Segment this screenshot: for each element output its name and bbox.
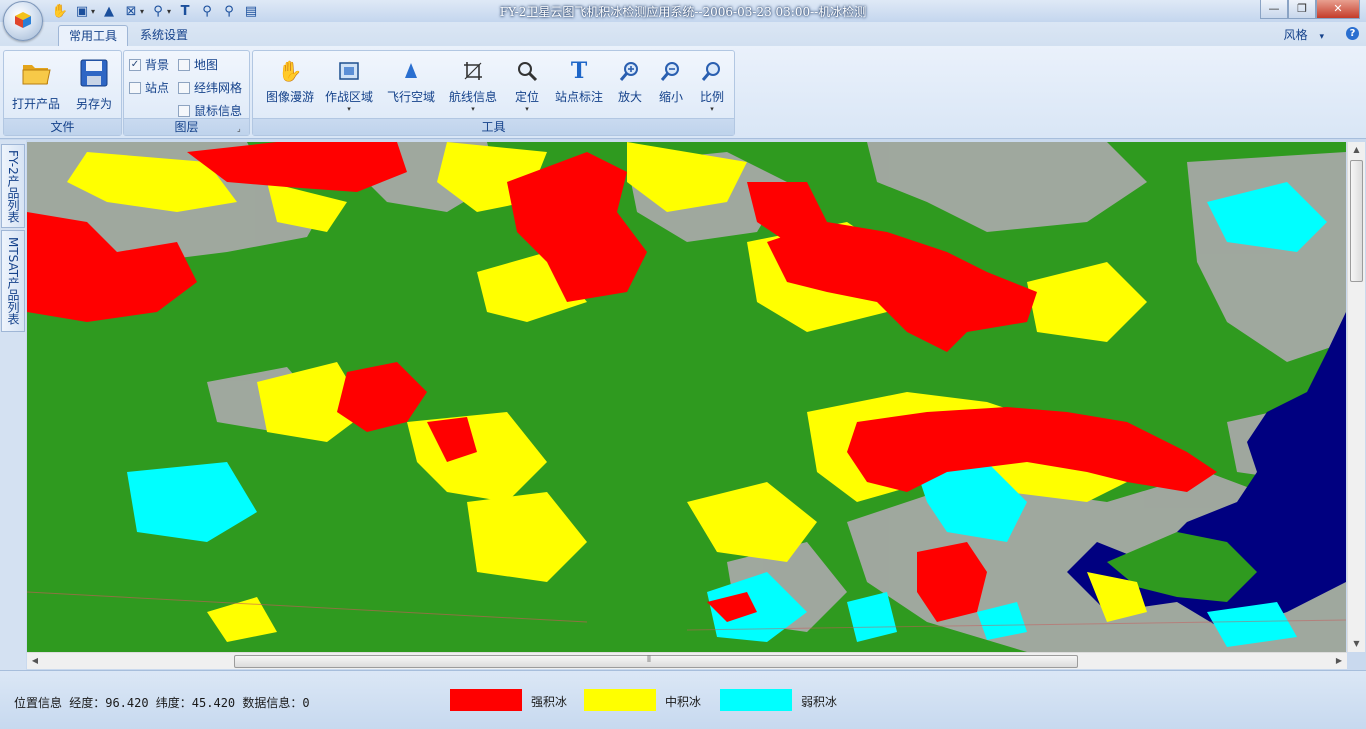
- window-title: FY-2卫星云图飞机积冰检测应用系统--2006-03-23 03:00--机冰…: [499, 5, 867, 19]
- route-info-button[interactable]: 航线信息 ▾: [447, 59, 499, 119]
- folder-icon: [22, 65, 51, 85]
- hand-pan-icon: ✋: [277, 59, 303, 83]
- scale-dropdown-icon: ▾: [710, 105, 714, 113]
- route-info-dropdown-icon: ▾: [471, 105, 475, 113]
- flight-airspace-label: 飞行空域: [386, 90, 435, 104]
- image-pan-button[interactable]: ✋ 图像漫游: [259, 59, 321, 119]
- graticule-checkbox[interactable]: 经纬网格: [178, 79, 242, 96]
- map-label: 地图: [194, 58, 219, 72]
- station-check-box: [129, 81, 141, 94]
- locate-dropdown-icon: ▾: [525, 105, 529, 113]
- style-menu[interactable]: 风格 ▾: [1284, 26, 1324, 43]
- scroll-right-icon[interactable]: ▶: [1331, 653, 1347, 669]
- zoom-scale-icon: [701, 62, 720, 81]
- file-group: 打开产品 另存为 文件: [3, 50, 122, 136]
- route-crop-icon: [464, 62, 482, 80]
- style-menu-label: 风格: [1283, 28, 1308, 42]
- airspace-triangle-icon: [405, 63, 417, 78]
- tools-group: ✋ 图像漫游 作战区域 ▾ 飞行空域 航线信息 ▾ 定位 ▾ T 站点标注 放大…: [252, 50, 735, 136]
- legend-label-weak: 弱积冰: [801, 695, 838, 709]
- vertical-scrollbar[interactable]: ▲ ▼: [1347, 142, 1365, 652]
- map-checkbox[interactable]: 地图: [178, 56, 218, 73]
- zoom-out-button[interactable]: 缩小: [654, 59, 688, 119]
- mouse-info-checkbox[interactable]: 鼠标信息: [178, 102, 242, 119]
- minimize-button[interactable]: —: [1260, 0, 1288, 19]
- zoom-in-label: 放大: [617, 90, 642, 104]
- zoom-in-button[interactable]: 放大: [613, 59, 647, 119]
- mouse-info-label: 鼠标信息: [194, 104, 243, 118]
- zoom-out-label: 缩小: [658, 90, 683, 104]
- tools-group-label: 工具: [253, 118, 734, 135]
- position-info-text: 位置信息 经度：96.420 纬度：45.420 数据信息：0: [14, 696, 310, 710]
- icing-map-image[interactable]: [27, 142, 1346, 652]
- layers-group: ✓ 背景 地图 站点 经纬网格 鼠标信息 图层 ⌟: [123, 50, 250, 136]
- background-checkbox[interactable]: ✓ 背景: [129, 56, 169, 73]
- text-t-icon: T: [570, 58, 588, 84]
- legend-swatch-weak: [720, 689, 792, 711]
- horizontal-scroll-thumb[interactable]: ⦀: [234, 655, 1078, 668]
- region-frame-icon: [339, 62, 359, 80]
- legend-label-strong: 强积冰: [531, 695, 568, 709]
- zoom-out-icon: [660, 62, 679, 81]
- mtsat-product-list-tab[interactable]: MTSAT产品列表: [1, 230, 25, 332]
- legend-swatch-strong: [450, 689, 522, 711]
- station-label-label: 站点标注: [554, 90, 603, 104]
- application-menu-button[interactable]: [3, 1, 43, 41]
- legend-swatch-medium: [584, 689, 656, 711]
- tab-system-settings[interactable]: 系统设置: [130, 25, 198, 45]
- graticule-check-box: [178, 81, 190, 94]
- station-label: 站点: [145, 81, 170, 95]
- help-icon[interactable]: ?: [1346, 27, 1359, 40]
- layers-group-label: 图层: [124, 118, 249, 135]
- maximize-button[interactable]: ❐: [1288, 0, 1316, 19]
- background-label: 背景: [145, 58, 170, 72]
- image-pan-label: 图像漫游: [265, 90, 314, 104]
- app-cube-icon: [15, 12, 31, 28]
- zoom-in-icon: [619, 62, 638, 81]
- route-info-label: 航线信息: [448, 90, 497, 104]
- scroll-up-icon[interactable]: ▲: [1348, 142, 1365, 158]
- vertical-scroll-thumb[interactable]: [1350, 160, 1363, 282]
- fy2-product-list-tab[interactable]: FY-2产品列表: [1, 144, 25, 228]
- file-group-label: 文件: [4, 118, 121, 135]
- floppy-disk-icon: [80, 59, 108, 87]
- close-button[interactable]: ✕: [1316, 0, 1360, 19]
- flight-airspace-button[interactable]: 飞行空域: [385, 59, 437, 119]
- scroll-left-icon[interactable]: ◀: [27, 653, 43, 669]
- scroll-down-icon[interactable]: ▼: [1348, 636, 1365, 652]
- locate-button[interactable]: 定位 ▾: [507, 59, 547, 119]
- station-checkbox[interactable]: 站点: [129, 79, 169, 96]
- chevron-down-icon: ▾: [1319, 32, 1324, 42]
- window-controls: — ❐ ✕: [1260, 0, 1360, 19]
- map-check-box: [178, 58, 190, 71]
- background-check-box: ✓: [129, 58, 141, 71]
- scale-button[interactable]: 比例 ▾: [695, 59, 729, 119]
- graticule-label: 经纬网格: [194, 81, 243, 95]
- save-as-label: 另存为: [75, 97, 112, 111]
- combat-region-label: 作战区域: [324, 90, 373, 104]
- ribbon-tab-bar: 常用工具 系统设置: [0, 22, 1366, 46]
- save-as-button[interactable]: 另存为: [66, 55, 122, 115]
- magnifier-icon: [518, 62, 538, 82]
- satellite-image-view[interactable]: [27, 142, 1346, 652]
- station-label-button[interactable]: T 站点标注: [553, 58, 605, 119]
- dialog-launcher-icon[interactable]: ⌟: [237, 124, 246, 133]
- tab-common-tools[interactable]: 常用工具: [58, 25, 129, 46]
- combat-region-dropdown-icon: ▾: [347, 105, 351, 113]
- ribbon-panel: 打开产品 另存为 文件 ✓ 背景 地图 站点 经纬网格 鼠标信息 图层 ⌟ ✋ …: [0, 46, 1366, 139]
- combat-region-button[interactable]: 作战区域 ▾: [323, 59, 375, 119]
- mouse-info-check-box: [178, 104, 190, 117]
- open-product-label: 打开产品: [11, 97, 60, 111]
- side-panel-tabs: FY-2产品列表 MTSAT产品列表: [0, 140, 26, 670]
- scale-label: 比例: [699, 90, 724, 104]
- scroll-grip-icon: ⦀: [647, 655, 651, 665]
- horizontal-scrollbar[interactable]: ◀ ⦀ ▶: [27, 652, 1347, 669]
- title-bar: ✋ ▣ ▾ ▲ ⊠ ▾ ⚲ ▾ T ⚲ ⚲ ▤ FY-2卫星云图飞机积冰检测应用系统-…: [0, 0, 1366, 23]
- legend-label-medium: 中积冰: [665, 695, 702, 709]
- status-bar: 位置信息 经度：96.420 纬度：45.420 数据信息：0 强积冰 中积冰 …: [0, 670, 1366, 729]
- open-product-button[interactable]: 打开产品: [8, 55, 64, 115]
- locate-label: 定位: [514, 90, 539, 104]
